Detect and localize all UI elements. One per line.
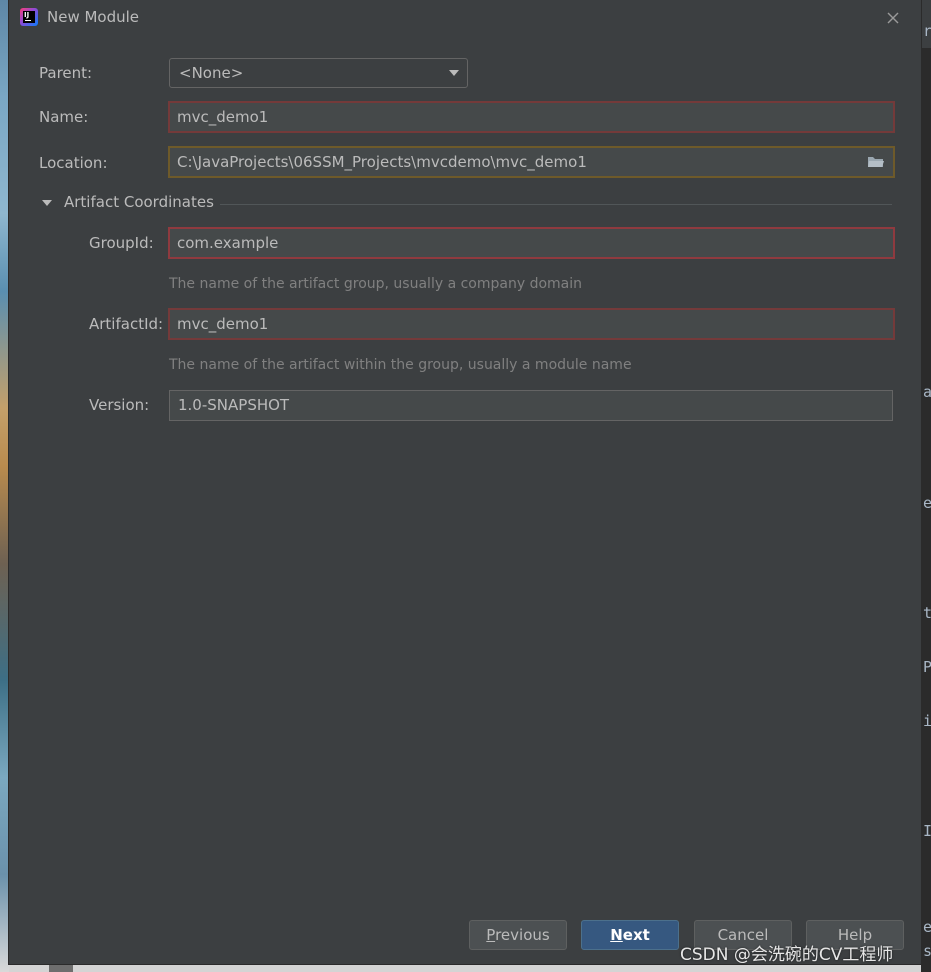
- next-button-label: ext: [622, 926, 650, 944]
- artifact-id-label: ArtifactId:: [89, 315, 164, 333]
- artifact-id-hint: The name of the artifact within the grou…: [169, 357, 632, 373]
- new-module-dialog: IJ New Module Parent: <None> Name: mvc_d…: [9, 0, 921, 964]
- previous-button[interactable]: Previous: [469, 920, 567, 950]
- ide-code-fragment: i: [923, 712, 931, 730]
- title-bar[interactable]: IJ New Module: [9, 0, 921, 36]
- parent-select-value: <None>: [179, 64, 244, 82]
- name-label: Name:: [39, 108, 89, 126]
- ide-code-fragment: e: [923, 494, 931, 512]
- taskbar-background: [9, 964, 921, 972]
- artifact-id-input[interactable]: mvc_demo1: [168, 308, 895, 340]
- group-id-label: GroupId:: [89, 234, 154, 252]
- version-input[interactable]: 1.0-SNAPSHOT: [169, 390, 893, 421]
- folder-icon[interactable]: [867, 155, 885, 169]
- triangle-down-icon: [42, 200, 52, 206]
- ide-code-fragment: P: [923, 658, 931, 676]
- chevron-down-icon: [449, 70, 459, 76]
- name-input-value: mvc_demo1: [177, 108, 269, 126]
- section-title: Artifact Coordinates: [64, 193, 214, 211]
- parent-label: Parent:: [39, 64, 93, 82]
- group-id-hint: The name of the artifact group, usually …: [169, 276, 582, 292]
- previous-button-label: revious: [495, 926, 550, 944]
- intellij-idea-icon: IJ: [20, 8, 38, 26]
- ide-code-fragment: re: [923, 22, 931, 40]
- next-button-mnemonic: N: [610, 926, 623, 944]
- next-button[interactable]: Next: [581, 920, 679, 950]
- location-input[interactable]: C:\JavaProjects\06SSM_Projects\mvcdemo\m…: [168, 146, 895, 178]
- ide-code-fragment: a: [923, 383, 931, 401]
- group-id-input[interactable]: com.example: [168, 227, 895, 259]
- dialog-title: New Module: [47, 8, 140, 26]
- group-id-input-value: com.example: [177, 234, 279, 252]
- taskbar-segment: [49, 964, 73, 972]
- version-label: Version:: [89, 396, 150, 414]
- ide-code-fragment: ev: [923, 918, 931, 936]
- ide-code-fragment: t: [923, 604, 931, 622]
- close-icon[interactable]: [883, 8, 903, 28]
- artifact-id-input-value: mvc_demo1: [177, 315, 269, 333]
- location-input-value: C:\JavaProjects\06SSM_Projects\mvcdemo\m…: [177, 153, 587, 171]
- previous-button-mnemonic: P: [486, 926, 496, 944]
- desktop-background: [0, 0, 9, 972]
- name-input[interactable]: mvc_demo1: [168, 101, 895, 133]
- section-separator: [220, 204, 892, 205]
- ide-code-fragment: I: [923, 822, 931, 840]
- parent-select[interactable]: <None>: [169, 58, 468, 88]
- ide-code-fragment: s: [923, 942, 931, 960]
- location-label: Location:: [39, 154, 108, 172]
- csdn-watermark: CSDN @会洗碗的CV工程师: [680, 945, 894, 965]
- version-input-value: 1.0-SNAPSHOT: [178, 396, 290, 414]
- ide-background: re a e t P i I ev s: [921, 0, 931, 972]
